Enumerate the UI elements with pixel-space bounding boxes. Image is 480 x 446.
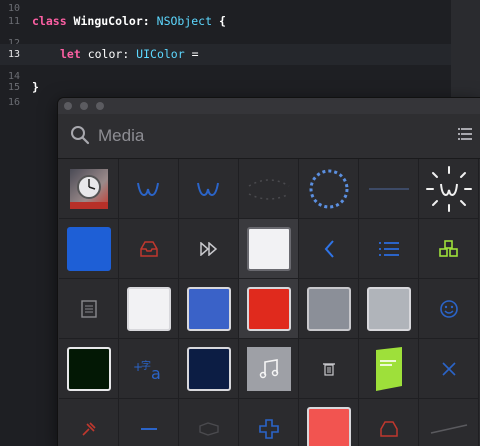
svg-text:a: a xyxy=(151,364,161,381)
media-item[interactable] xyxy=(299,159,359,219)
line-icon xyxy=(368,187,409,190)
color-item[interactable] xyxy=(59,219,119,279)
media-item[interactable] xyxy=(419,159,479,219)
wingu-sun-icon xyxy=(425,165,472,212)
dark-green-swatch xyxy=(66,346,111,391)
media-item[interactable] xyxy=(59,399,119,446)
close-x-icon xyxy=(441,361,456,376)
keyword: class xyxy=(32,14,67,28)
svg-text:字: 字 xyxy=(141,359,151,372)
media-library-panel[interactable]: +字a xyxy=(58,98,480,446)
mid-blue-swatch xyxy=(186,286,231,331)
trash-icon xyxy=(322,362,335,376)
current-code-line[interactable]: 13 let color: UIColor = xyxy=(0,44,451,65)
coral-swatch xyxy=(306,406,351,446)
red-pin-icon xyxy=(81,421,96,436)
media-item[interactable] xyxy=(299,339,359,399)
minus-icon xyxy=(140,427,157,430)
keyword: let xyxy=(60,47,81,61)
media-item[interactable] xyxy=(179,219,239,279)
slash-line-icon xyxy=(430,423,467,434)
media-item[interactable] xyxy=(359,399,419,446)
list-icon xyxy=(378,241,399,256)
media-item[interactable] xyxy=(419,399,479,446)
media-item[interactable] xyxy=(179,159,239,219)
media-item[interactable] xyxy=(419,339,479,399)
media-item[interactable] xyxy=(359,339,419,399)
white-swatch xyxy=(126,286,171,331)
media-item[interactable] xyxy=(239,339,299,399)
outline-shape-icon xyxy=(198,421,219,436)
code-line: 11 class WinguColor: NSObject { xyxy=(0,11,451,32)
smiley-icon xyxy=(439,299,458,318)
media-item[interactable] xyxy=(359,219,419,279)
document-icon xyxy=(80,299,97,318)
panel-titlebar[interactable] xyxy=(58,98,480,114)
white-swatch xyxy=(246,226,291,271)
fast-forward-icon xyxy=(199,241,217,256)
class-name: WinguColor: xyxy=(66,14,150,28)
media-item[interactable] xyxy=(119,159,179,219)
color-item[interactable] xyxy=(179,339,239,399)
minimap xyxy=(451,0,480,100)
media-item[interactable] xyxy=(359,159,419,219)
light-gray-swatch xyxy=(366,286,411,331)
wingu-logo-icon xyxy=(136,182,159,196)
search-icon xyxy=(71,126,90,145)
media-item[interactable] xyxy=(419,279,479,339)
music-note-image xyxy=(246,346,291,391)
code-punct: = xyxy=(184,47,199,61)
inbox-red-icon xyxy=(379,420,398,437)
close-window-button[interactable] xyxy=(64,102,72,110)
media-item[interactable] xyxy=(419,219,479,279)
wingu-logo-icon xyxy=(196,182,219,196)
dotted-arc-icon xyxy=(248,178,289,200)
zoom-window-button[interactable] xyxy=(96,102,104,110)
color-item[interactable] xyxy=(239,279,299,339)
search-input[interactable] xyxy=(98,124,438,148)
media-item[interactable]: + 字 a xyxy=(119,339,179,399)
color-item[interactable] xyxy=(299,399,359,446)
navy-swatch xyxy=(186,346,231,391)
media-grid: + 字 a xyxy=(59,159,480,446)
media-item[interactable] xyxy=(59,159,119,219)
search-bar xyxy=(58,114,480,159)
green-flag-image xyxy=(375,346,402,391)
media-item[interactable] xyxy=(239,159,299,219)
spinner-dots-icon xyxy=(309,169,348,208)
color-item[interactable] xyxy=(119,279,179,339)
color-item[interactable] xyxy=(239,219,299,279)
line-number: 13 xyxy=(7,49,20,60)
media-item[interactable] xyxy=(299,219,359,279)
red-swatch xyxy=(246,286,291,331)
media-item[interactable] xyxy=(239,399,299,446)
list-view-icon[interactable] xyxy=(458,128,472,140)
photo-thumbnail xyxy=(69,168,108,209)
code-punct: { xyxy=(212,14,226,28)
color-item[interactable] xyxy=(299,279,359,339)
blue-swatch xyxy=(66,226,111,271)
type-name: UIColor xyxy=(129,47,185,61)
property-name: color: xyxy=(80,47,130,61)
gray-swatch xyxy=(306,286,351,331)
media-item[interactable] xyxy=(119,399,179,446)
minimize-window-button[interactable] xyxy=(80,102,88,110)
color-item[interactable] xyxy=(59,339,119,399)
media-item[interactable] xyxy=(59,279,119,339)
color-item[interactable] xyxy=(359,279,419,339)
chevron-left-icon xyxy=(324,239,334,258)
cubes-icon xyxy=(438,239,458,257)
media-item[interactable] xyxy=(119,219,179,279)
color-item[interactable] xyxy=(179,279,239,339)
plus-cross-icon xyxy=(258,418,279,439)
line-number: 16 xyxy=(7,97,20,108)
inbox-icon xyxy=(139,240,158,257)
media-item[interactable] xyxy=(179,399,239,446)
line-number: 11 xyxy=(7,16,20,27)
type-name: NSObject xyxy=(149,14,213,28)
translate-icon: +字 a xyxy=(133,359,161,381)
